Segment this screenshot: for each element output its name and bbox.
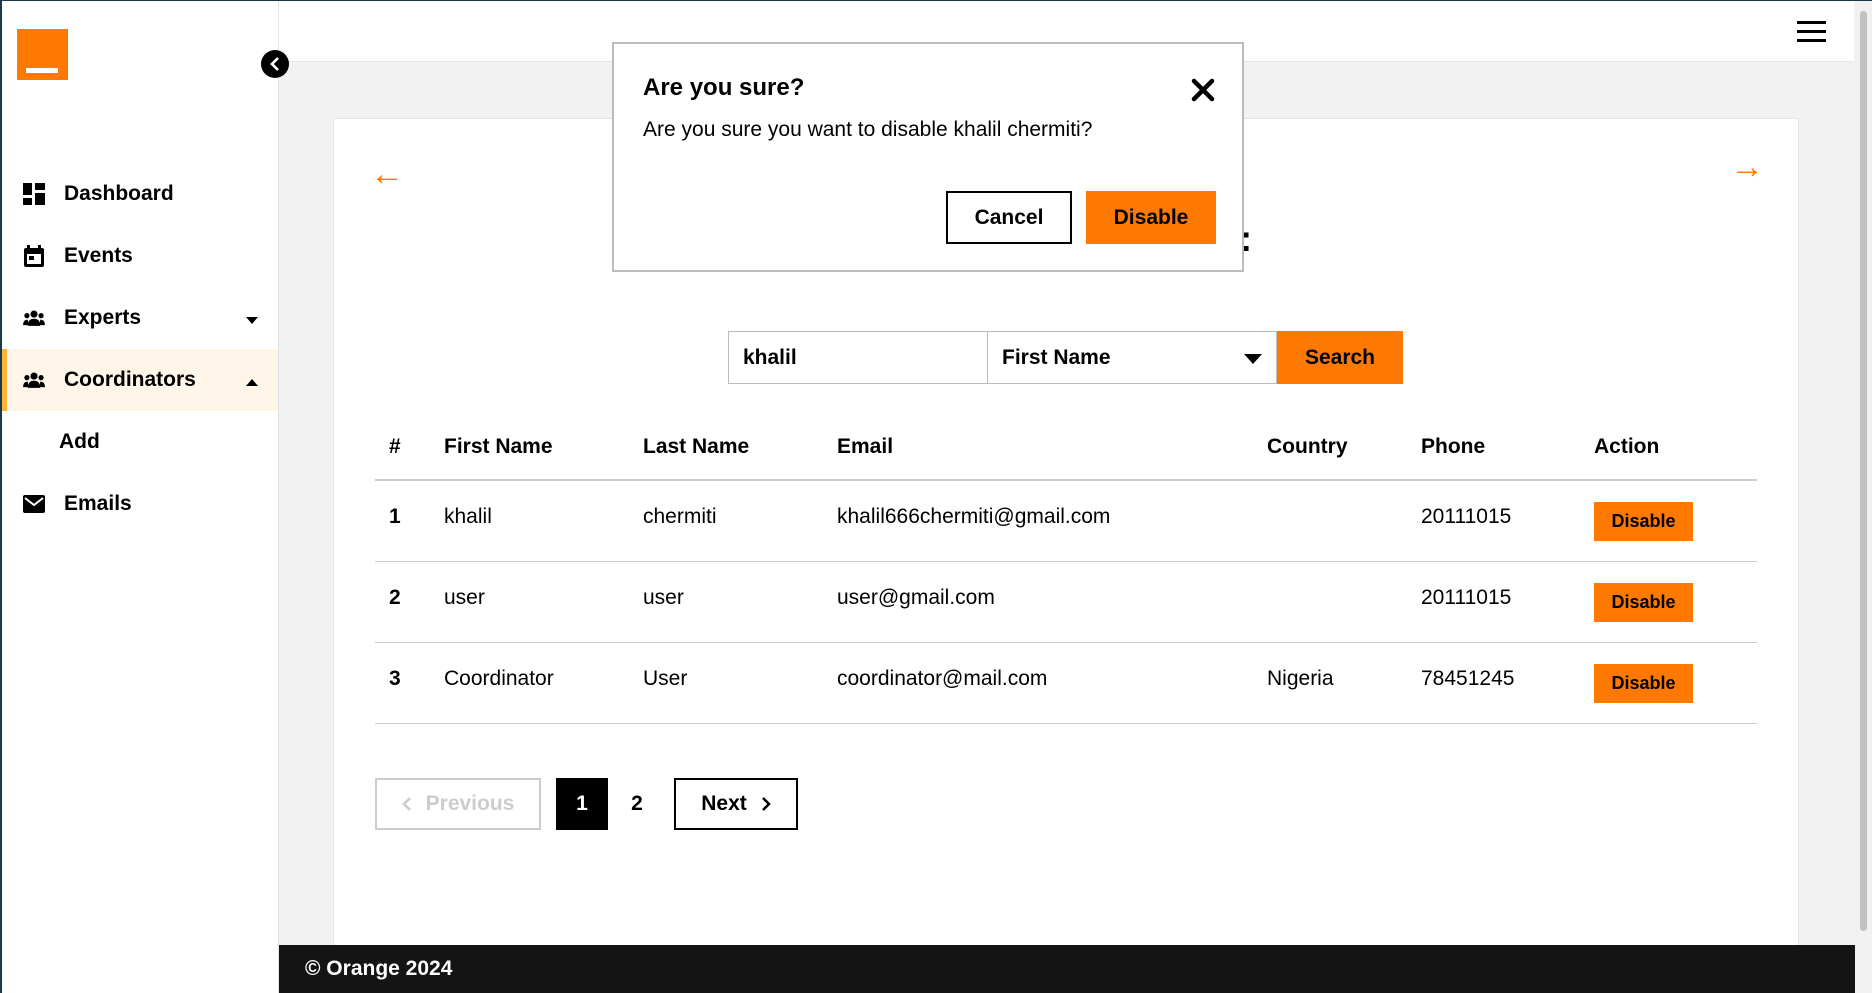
table-row: 3 Coordinator User coordinator@mail.com … — [375, 642, 1757, 724]
previous-label: Previous — [425, 792, 515, 815]
sidebar-subitem-add[interactable]: Add — [2, 411, 278, 473]
sidebar-item-emails[interactable]: Emails — [2, 473, 278, 535]
row-number: 2 — [389, 586, 401, 609]
sidebar-item-label: Events — [64, 244, 133, 267]
phone-cell: 78451245 — [1421, 667, 1515, 690]
last-name-cell: User — [643, 667, 688, 690]
column-header: First Name — [444, 415, 643, 481]
hamburger-menu-icon[interactable] — [1797, 21, 1826, 43]
sidebar-item-label: Coordinators — [64, 368, 196, 391]
chevron-right-icon — [761, 797, 771, 811]
calendar-icon — [23, 245, 45, 267]
sidebar-item-label: Emails — [64, 492, 132, 515]
search-filter-select[interactable]: First Name — [987, 331, 1277, 384]
table-row: 1 khalil chermiti khalil666chermiti@gmai… — [375, 480, 1757, 562]
table-row: 2 user user user@gmail.com 20111015 Disa… — [375, 561, 1757, 643]
row-number: 1 — [389, 505, 401, 528]
users-icon — [23, 307, 45, 329]
first-name-cell: Coordinator — [444, 667, 554, 690]
last-name-cell: user — [643, 586, 684, 609]
column-header: Action — [1594, 415, 1757, 481]
phone-cell: 20111015 — [1421, 586, 1512, 609]
previous-page-button[interactable]: Previous — [375, 778, 541, 830]
sidebar-item-experts[interactable]: Experts — [2, 287, 278, 349]
sidebar-item-coordinators[interactable]: Coordinators — [2, 349, 278, 411]
confirm-disable-button[interactable]: Disable — [1086, 191, 1216, 244]
disable-button[interactable]: Disable — [1594, 501, 1693, 541]
search-filter-value: First Name — [1002, 345, 1111, 369]
column-header: Last Name — [643, 415, 837, 481]
row-number: 3 — [389, 667, 401, 690]
collapse-sidebar-button[interactable] — [261, 50, 289, 78]
first-name-cell: khalil — [444, 505, 492, 528]
footer: © Orange 2024 — [279, 945, 1855, 993]
disable-button[interactable]: Disable — [1594, 582, 1693, 622]
first-name-cell: user — [444, 586, 485, 609]
next-page-button[interactable]: Next — [674, 778, 798, 830]
disable-button[interactable]: Disable — [1594, 663, 1693, 703]
footer-copyright: © Orange 2024 — [305, 957, 453, 980]
sidebar-item-events[interactable]: Events — [2, 225, 278, 287]
caret-down-icon — [246, 306, 258, 330]
column-header: Country — [1267, 415, 1421, 481]
sidebar-item-label: Dashboard — [64, 182, 174, 205]
search-bar: First Name Search — [728, 331, 1403, 384]
arrow-right-icon[interactable]: → — [1730, 150, 1764, 184]
caret-down-icon — [1244, 354, 1262, 364]
close-icon[interactable] — [1190, 77, 1216, 103]
email-cell: coordinator@mail.com — [837, 667, 1048, 690]
sidebar-item-label: Experts — [64, 306, 142, 329]
column-header: Email — [837, 415, 1267, 481]
arrow-left-icon[interactable]: ← — [370, 157, 404, 191]
dashboard-icon — [23, 183, 45, 205]
last-name-cell: chermiti — [643, 505, 717, 528]
phone-cell: 20111015 — [1421, 505, 1512, 528]
search-button[interactable]: Search — [1277, 331, 1403, 384]
sidebar: Dashboard Events Experts Coordinators Ad… — [2, 1, 279, 993]
users-icon — [23, 369, 45, 391]
orange-logo[interactable] — [17, 29, 68, 80]
pagination: Previous 1 2 Next — [375, 778, 798, 830]
email-cell: user@gmail.com — [837, 586, 995, 609]
confirm-disable-modal: Are you sure? Are you sure you want to d… — [612, 42, 1244, 272]
cancel-button[interactable]: Cancel — [946, 191, 1072, 244]
sidebar-item-dashboard[interactable]: Dashboard — [2, 163, 278, 225]
email-cell: khalil666chermiti@gmail.com — [837, 505, 1111, 528]
scrollbar-thumb[interactable] — [1860, 11, 1867, 931]
modal-message: Are you sure you want to disable khalil … — [643, 118, 1093, 141]
page-2-button[interactable]: 2 — [611, 778, 663, 830]
sidebar-nav: Dashboard Events Experts Coordinators Ad… — [2, 163, 278, 535]
scrollbar[interactable] — [1855, 1, 1872, 993]
next-label: Next — [701, 792, 747, 815]
chevron-left-icon — [270, 57, 279, 71]
column-header: Phone — [1421, 415, 1594, 481]
chevron-left-icon — [401, 797, 411, 811]
envelope-icon — [23, 493, 45, 515]
search-input[interactable] — [728, 331, 987, 384]
country-cell: Nigeria — [1267, 667, 1334, 690]
table-header-row: # First Name Last Name Email Country Pho… — [375, 415, 1757, 481]
modal-title: Are you sure? — [643, 74, 805, 101]
sidebar-item-label: Add — [59, 430, 100, 453]
caret-up-icon — [246, 368, 258, 392]
coordinators-table: # First Name Last Name Email Country Pho… — [375, 415, 1757, 724]
page-1-button[interactable]: 1 — [556, 778, 608, 830]
column-header: # — [375, 415, 444, 481]
